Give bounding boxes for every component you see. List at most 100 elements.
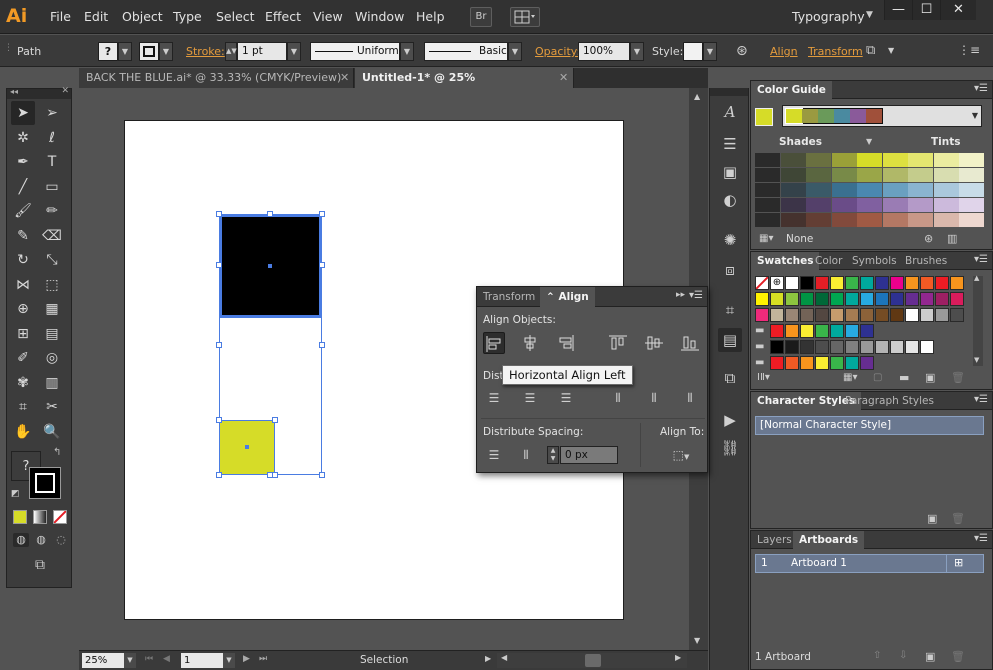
color-guide-swatch[interactable] <box>831 183 857 197</box>
collapse-panel-icon[interactable]: ▸▸ <box>676 290 685 300</box>
horizontal-align-right-button[interactable] <box>555 332 577 354</box>
selection-handle[interactable] <box>216 342 222 348</box>
color-guide-swatch[interactable] <box>908 198 933 212</box>
workspace-chevron-icon[interactable]: ▼ <box>866 10 873 20</box>
move-up-icon[interactable]: ⇧ <box>873 650 881 661</box>
harmony-color-swatch[interactable] <box>785 108 803 124</box>
selection-handle[interactable] <box>319 262 325 268</box>
panel-menu-icon[interactable]: ▾☰ <box>974 533 988 544</box>
color-guide-swatch[interactable] <box>857 198 882 212</box>
color-guide-swatch[interactable] <box>959 213 984 227</box>
color-swatch[interactable] <box>830 308 844 322</box>
move-down-icon[interactable]: ⇩ <box>899 650 907 661</box>
slice-tool[interactable]: ✂ <box>40 395 64 419</box>
selection-handle[interactable] <box>216 417 222 423</box>
color-swatch[interactable] <box>890 340 904 354</box>
perspective-grid-tool[interactable]: ▦ <box>40 297 64 321</box>
menu-effect[interactable]: Effect <box>265 9 301 24</box>
color-swatch[interactable] <box>935 276 949 290</box>
color-guide-swatch[interactable] <box>933 153 959 167</box>
selection-handle[interactable] <box>267 211 273 217</box>
arrange-documents-button[interactable] <box>510 7 540 27</box>
graphic-style-dropdown[interactable]: ▼ <box>703 42 717 61</box>
symbol-sprayer-tool[interactable]: ✾ <box>11 371 35 395</box>
color-swatch[interactable] <box>950 276 964 290</box>
color-guide-swatch[interactable] <box>755 153 780 167</box>
panel-menu-icon[interactable]: ▾☰ <box>689 290 703 301</box>
tab-layers[interactable]: Layers <box>751 531 798 549</box>
color-swatch[interactable] <box>890 292 904 306</box>
status-menu-icon[interactable]: ▶ <box>485 654 491 663</box>
color-swatch[interactable] <box>920 276 934 290</box>
tab-artboards[interactable]: Artboards <box>793 531 865 549</box>
selection-handle[interactable] <box>216 472 222 478</box>
close-icon[interactable]: ✕ <box>340 68 349 88</box>
strip-header[interactable] <box>710 88 748 96</box>
gradient-mode-button[interactable] <box>33 510 47 524</box>
horizontal-scroll-thumb[interactable] <box>585 654 601 667</box>
lasso-tool[interactable]: ℓ <box>40 126 64 150</box>
paragraph-panel-icon[interactable]: ☰ <box>718 132 742 156</box>
color-guide-swatch[interactable] <box>831 153 857 167</box>
color-guide-swatch[interactable] <box>857 183 882 197</box>
color-mode-button[interactable] <box>13 510 27 524</box>
color-guide-swatch[interactable] <box>857 153 882 167</box>
pathfinder-panel-icon[interactable]: ⧉ <box>718 366 742 390</box>
panel-menu-icon[interactable]: ▾☰ <box>974 83 988 94</box>
rectangle-tool[interactable]: ▭ <box>40 175 64 199</box>
color-swatch[interactable] <box>845 308 859 322</box>
color-swatch[interactable] <box>830 276 844 290</box>
shades-chevron-icon[interactable]: ▼ <box>866 137 872 146</box>
color-swatch[interactable] <box>935 292 949 306</box>
panel-menu-icon[interactable]: ▾☰ <box>974 254 988 265</box>
swatches-scrollbar[interactable]: ▲ ▼ <box>973 274 983 366</box>
color-swatch[interactable] <box>800 308 814 322</box>
blob-brush-tool[interactable]: ✎ <box>11 224 35 248</box>
color-group-folder-icon[interactable]: ▬ <box>755 340 769 354</box>
current-tool-status[interactable]: Selection <box>360 654 408 666</box>
color-guide-swatch[interactable] <box>831 213 857 227</box>
tab-transform[interactable]: Transform <box>477 287 541 307</box>
color-guide-swatch[interactable] <box>959 183 984 197</box>
draw-normal-icon[interactable]: ◍ <box>13 533 29 547</box>
bridge-button[interactable]: Br <box>470 7 492 27</box>
color-swatch[interactable] <box>830 324 844 338</box>
color-swatch[interactable] <box>875 292 889 306</box>
color-guide-swatch[interactable] <box>780 168 806 182</box>
color-swatch[interactable] <box>860 356 874 370</box>
color-guide-swatch[interactable] <box>908 168 933 182</box>
color-swatch[interactable] <box>785 356 799 370</box>
scroll-left-icon[interactable]: ◀ <box>501 653 507 662</box>
artboard-options-icon[interactable]: ⊞ <box>954 556 963 569</box>
tab-paragraph-styles[interactable]: Paragraph Styles <box>839 392 940 410</box>
color-guide-swatch[interactable] <box>755 213 780 227</box>
color-swatch[interactable] <box>770 292 784 306</box>
stroke-color-dropdown[interactable]: ▼ <box>159 42 173 61</box>
color-swatch[interactable] <box>950 292 964 306</box>
color-swatch[interactable] <box>800 356 814 370</box>
zoom-field[interactable]: 25% <box>82 653 124 668</box>
selection-handle[interactable] <box>319 472 325 478</box>
horizontal-distribute-right-button[interactable]: ⫴ <box>679 387 701 409</box>
color-swatch[interactable] <box>770 324 784 338</box>
delete-artboard-icon[interactable]: 🗑 <box>951 650 965 663</box>
color-swatch[interactable] <box>770 340 784 354</box>
harmony-color-swatch[interactable] <box>850 109 866 123</box>
menu-type[interactable]: Type <box>173 9 202 24</box>
color-guide-swatch[interactable] <box>933 168 959 182</box>
color-guide-swatch[interactable] <box>780 183 806 197</box>
color-swatch[interactable] <box>770 308 784 322</box>
color-guide-swatch[interactable] <box>806 168 831 182</box>
stroke-weight-stepper[interactable]: ▲▼ <box>225 42 237 61</box>
swatch-libraries-icon[interactable]: ⅠⅡ▾ <box>757 372 770 383</box>
harmony-chevron-icon[interactable]: ▼ <box>972 111 978 120</box>
tab-symbols[interactable]: Symbols <box>846 252 903 270</box>
scroll-right-icon[interactable]: ▶ <box>675 653 681 662</box>
selection-handle[interactable] <box>272 417 278 423</box>
links-panel-icon[interactable]: ⛓ <box>718 436 742 460</box>
gradient-panel-icon[interactable]: ▣ <box>718 160 742 184</box>
menu-help[interactable]: Help <box>416 9 445 24</box>
menu-view[interactable]: View <box>313 9 343 24</box>
gradient-tool[interactable]: ▤ <box>40 322 64 346</box>
isolate-chevron-icon[interactable]: ▼ <box>888 46 894 55</box>
